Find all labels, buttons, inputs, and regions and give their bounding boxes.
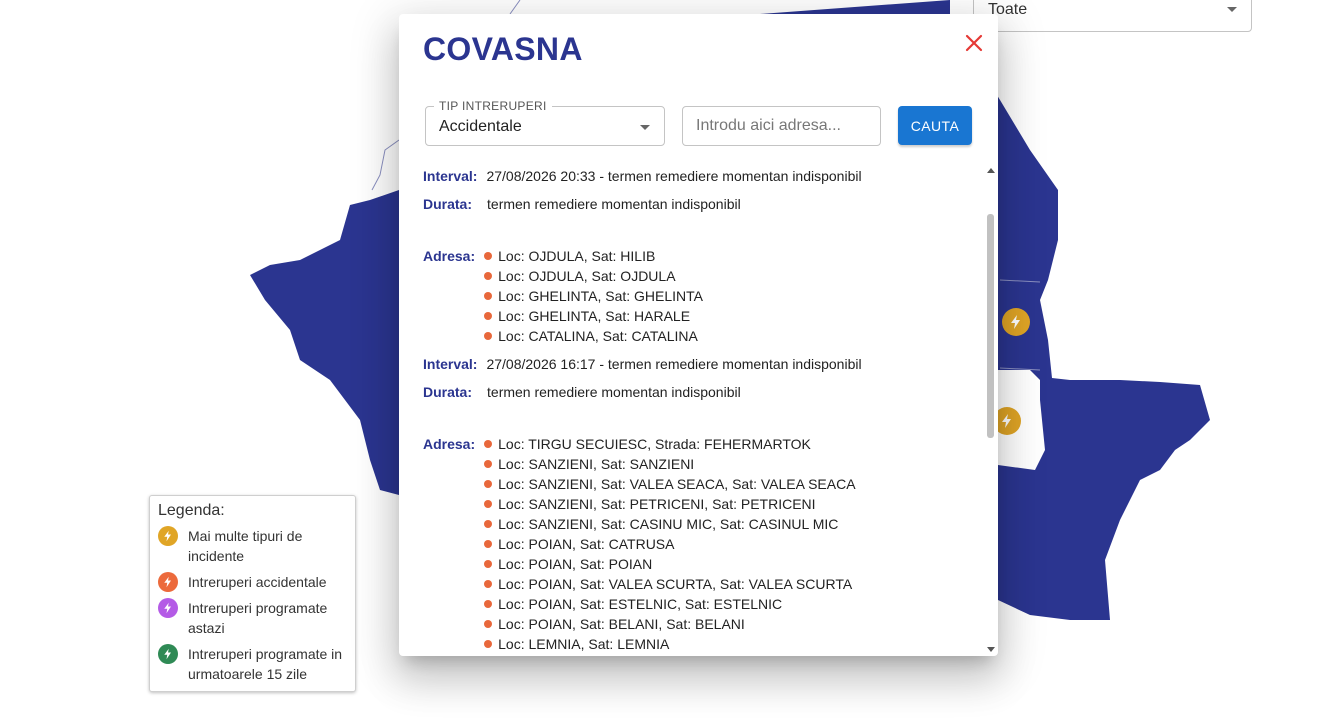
lightning-icon <box>158 526 178 546</box>
scrollbar-thumb[interactable] <box>987 214 994 438</box>
legend-item-multi-incident: Mai multe tipuri de incidente <box>158 526 347 566</box>
legend-item-accidental: Intreruperi accidentale <box>158 572 347 592</box>
lightning-icon <box>158 644 178 664</box>
address-list: Loc: OJDULA, Sat: HILIB Loc: OJDULA, Sat… <box>484 246 703 346</box>
region-filter-select[interactable]: Toate <box>973 0 1252 32</box>
interval-label: Interval: <box>423 356 478 372</box>
bullet-dot-icon <box>484 560 493 568</box>
outage-results-list[interactable]: Interval: 27/08/2026 20:33 - termen reme… <box>423 166 983 654</box>
duration-row: Durata: termen remediere momentan indisp… <box>423 382 983 414</box>
legend-item-label: Intreruperi programate in urmatoarele 15… <box>188 646 343 682</box>
address-item: Loc: LEMNIA, Sat: LEMNIA <box>484 634 855 654</box>
address-item: Loc: SANZIENI, Sat: CASINU MIC, Sat: CAS… <box>484 514 855 534</box>
outage-type-label: TIP INTRERUPERI <box>434 99 552 113</box>
address-item: Loc: POIAN, Sat: CATRUSA <box>484 534 855 554</box>
county-dialog: COVASNA TIP INTRERUPERI Accidentale CAUT… <box>399 14 998 656</box>
address-item: Loc: POIAN, Sat: POIAN <box>484 554 855 574</box>
address-item: Loc: TIRGU SECUIESC, Strada: FEHERMARTOK <box>484 434 855 454</box>
lightning-icon <box>158 572 178 592</box>
interval-row: Interval: 27/08/2026 20:33 - termen reme… <box>423 166 983 194</box>
results-scrollbar[interactable] <box>985 164 997 656</box>
bullet-dot-icon <box>484 520 493 528</box>
map-legend: Legenda: Mai multe tipuri de incidente I… <box>149 495 356 692</box>
chevron-down-icon <box>1227 7 1237 12</box>
bullet-dot-icon <box>484 440 493 448</box>
address-item: Loc: POIAN, Sat: ESTELNIC, Sat: ESTELNIC <box>484 594 855 614</box>
outage-type-value: Accidentale <box>439 118 522 135</box>
address-block: Adresa: Loc: OJDULA, Sat: HILIB Loc: OJD… <box>423 246 983 346</box>
address-item: Loc: SANZIENI, Sat: VALEA SEACA, Sat: VA… <box>484 474 856 494</box>
bullet-dot-icon <box>484 460 493 468</box>
address-list: Loc: TIRGU SECUIESC, Strada: FEHERMARTOK… <box>484 434 856 654</box>
search-button[interactable]: CAUTA <box>898 106 972 145</box>
interval-row: Interval: 27/08/2026 16:17 - termen reme… <box>423 354 983 382</box>
duration-value: termen remediere momentan indisponibil <box>487 196 741 212</box>
address-item: Loc: GHELINTA, Sat: GHELINTA <box>484 286 703 306</box>
duration-row: Durata: termen remediere momentan indisp… <box>423 194 983 226</box>
duration-label: Durata: <box>423 384 473 400</box>
address-item: Loc: POIAN, Sat: BELANI, Sat: BELANI <box>484 614 855 634</box>
bullet-dot-icon <box>484 640 493 648</box>
bullet-dot-icon <box>484 620 493 628</box>
address-label: Adresa: <box>423 248 476 264</box>
interval-value: 27/08/2026 16:17 - termen remediere mome… <box>486 356 862 372</box>
bullet-dot-icon <box>484 272 493 280</box>
legend-title: Legenda: <box>158 502 225 519</box>
bullet-dot-icon <box>484 500 493 508</box>
dialog-title: COVASNA <box>423 31 583 67</box>
bullet-dot-icon <box>484 580 493 588</box>
lightning-icon <box>158 598 178 618</box>
bullet-dot-icon <box>484 332 493 340</box>
address-item: Loc: SANZIENI, Sat: SANZIENI <box>484 454 855 474</box>
bullet-dot-icon <box>484 312 493 320</box>
lightning-icon <box>1002 414 1011 428</box>
duration-label: Durata: <box>423 196 473 212</box>
legend-item-label: Intreruperi programate astazi <box>188 600 328 636</box>
interval-value: 27/08/2026 20:33 - termen remediere mome… <box>486 168 862 184</box>
legend-item-label: Intreruperi accidentale <box>188 574 327 590</box>
scroll-up-icon[interactable] <box>987 168 995 173</box>
address-item: Loc: OJDULA, Sat: OJDULA <box>484 266 703 286</box>
outage-type-select[interactable]: TIP INTRERUPERI Accidentale <box>425 99 665 146</box>
address-label: Adresa: <box>423 436 476 452</box>
bullet-dot-icon <box>484 292 493 300</box>
address-item: Loc: SANZIENI, Sat: PETRICENI, Sat: PETR… <box>484 494 855 514</box>
map-marker-multi-incident[interactable] <box>1002 308 1030 336</box>
address-search-input[interactable] <box>682 106 881 146</box>
scroll-down-icon[interactable] <box>987 647 995 652</box>
close-button[interactable] <box>965 34 987 56</box>
chevron-down-icon <box>640 125 650 130</box>
bullet-dot-icon <box>484 540 493 548</box>
outage-record: Interval: 27/08/2026 16:17 - termen reme… <box>423 354 983 654</box>
legend-item-planned-15-days: Intreruperi programate in urmatoarele 15… <box>158 644 347 684</box>
close-icon <box>965 34 983 52</box>
bullet-dot-icon <box>484 480 493 488</box>
bullet-dot-icon <box>484 252 493 260</box>
duration-value: termen remediere momentan indisponibil <box>487 384 741 400</box>
address-item: Loc: OJDULA, Sat: HILIB <box>484 246 703 266</box>
legend-item-label: Mai multe tipuri de incidente <box>188 528 303 564</box>
lightning-icon <box>1011 315 1020 329</box>
address-item: Loc: CATALINA, Sat: CATALINA <box>484 326 703 346</box>
outage-record: Interval: 27/08/2026 20:33 - termen reme… <box>423 166 983 346</box>
interval-label: Interval: <box>423 168 478 184</box>
legend-item-planned-today: Intreruperi programate astazi <box>158 598 347 638</box>
map-region-west <box>250 190 399 495</box>
address-item: Loc: GHELINTA, Sat: HARALE <box>484 306 703 326</box>
address-block: Adresa: Loc: TIRGU SECUIESC, Strada: FEH… <box>423 434 983 654</box>
address-item: Loc: POIAN, Sat: VALEA SCURTA, Sat: VALE… <box>484 574 855 594</box>
bullet-dot-icon <box>484 600 493 608</box>
